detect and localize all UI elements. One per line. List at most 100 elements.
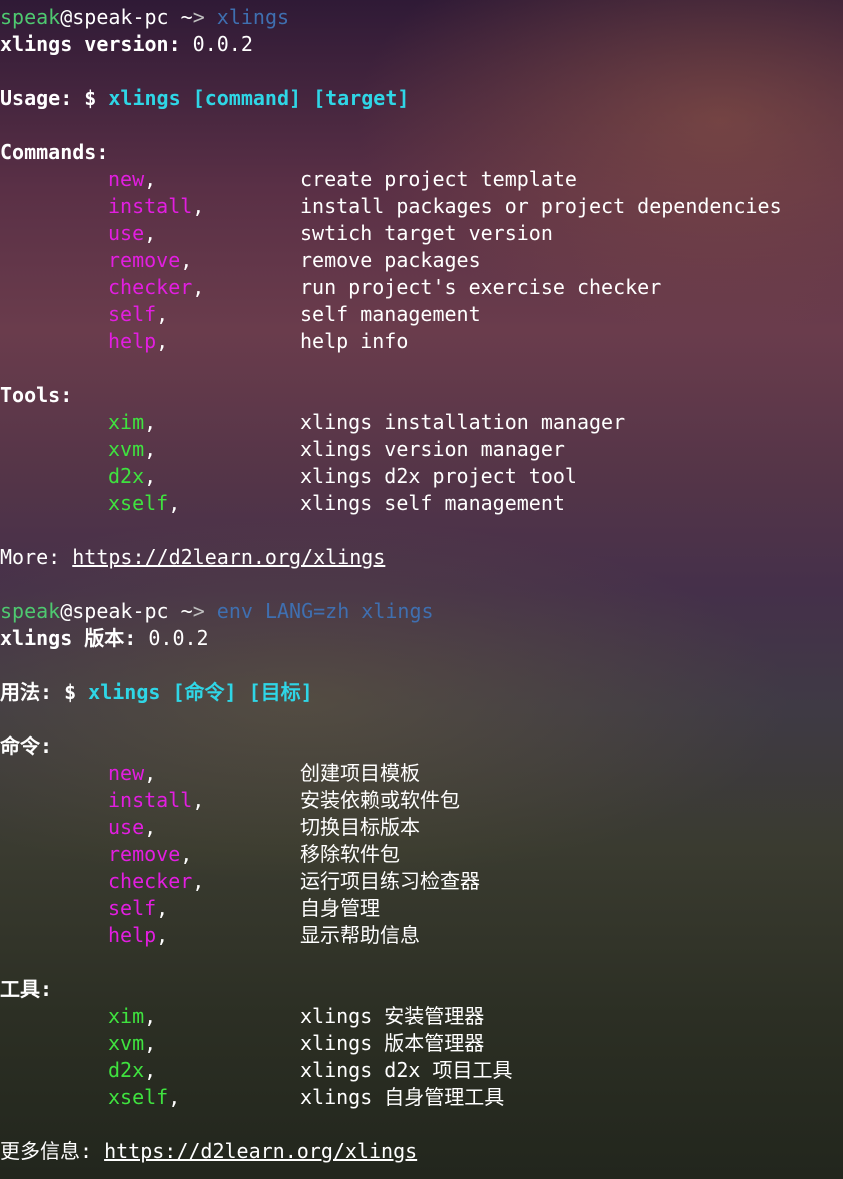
command-name: self — [108, 896, 157, 920]
tool-name: xvm — [108, 1031, 145, 1055]
tool-row-xself: xself, xlings 自身管理工具 — [108, 1085, 505, 1109]
command-name: use — [108, 815, 145, 839]
more-info-line: More: https://d2learn.org/xlings — [0, 544, 843, 571]
command-row-install: install, install packages or project depe… — [108, 194, 782, 218]
tool-name: xim — [108, 410, 145, 434]
command-description: install packages or project dependencies — [300, 194, 782, 218]
command-name: new — [108, 167, 145, 191]
command-row-new: new, 创建项目模板 — [108, 761, 420, 785]
more-label: More: — [0, 545, 73, 569]
version-line: xlings 版本: 0.0.2 — [0, 625, 843, 652]
prompt-host: @speak-pc — [60, 5, 169, 29]
commands-header: Commands: — [0, 140, 109, 164]
command-row-use: use, swtich target version — [108, 221, 553, 245]
prompt-arrow-icon: > — [192, 5, 205, 29]
command-description: 自身管理 — [300, 896, 380, 920]
version-label: xlings version: — [0, 32, 181, 56]
prompt-arrow-icon: > — [192, 599, 205, 623]
command-description: 运行项目练习检查器 — [300, 869, 480, 893]
command-name: remove — [108, 842, 181, 866]
usage-command: xlings [command] [target] — [108, 86, 410, 110]
command-row-checker: checker, run project's exercise checker — [108, 275, 662, 299]
tool-row-xself: xself, xlings self management — [108, 491, 565, 515]
command-description: help info — [300, 329, 409, 353]
command-name: checker — [108, 869, 193, 893]
commands-header: 命令: — [0, 734, 53, 758]
terminal-output[interactable]: speak@speak-pc ~> xlings xlings version:… — [0, 4, 843, 1165]
prompt-path: ~ — [168, 5, 193, 29]
tool-name: xvm — [108, 437, 145, 461]
tool-description: xlings d2x 项目工具 — [300, 1058, 513, 1082]
usage-line: 用法: $ xlings [命令] [目标] — [0, 679, 843, 706]
command-description: self management — [300, 302, 481, 326]
typed-command: env LANG=zh xlings — [216, 599, 434, 623]
command-description: 创建项目模板 — [300, 761, 420, 785]
tool-row-xvm: xvm, xlings version manager — [108, 437, 565, 461]
more-label: 更多信息: — [0, 1139, 105, 1163]
tool-description: xlings 版本管理器 — [300, 1031, 485, 1055]
tool-description: xlings 安装管理器 — [300, 1004, 485, 1028]
command-row-remove: remove, 移除软件包 — [108, 842, 400, 866]
command-description: 安装依赖或软件包 — [300, 788, 460, 812]
command-description: 切换目标版本 — [300, 815, 420, 839]
command-name: use — [108, 221, 145, 245]
tool-name: xim — [108, 1004, 145, 1028]
command-row-self: self, 自身管理 — [108, 896, 380, 920]
more-info-link[interactable]: https://d2learn.org/xlings — [104, 1139, 417, 1163]
more-info-line: 更多信息: https://d2learn.org/xlings — [0, 1138, 843, 1165]
command-name: checker — [108, 275, 193, 299]
command-row-install: install, 安装依赖或软件包 — [108, 788, 460, 812]
tool-name: d2x — [108, 464, 145, 488]
usage-command: xlings [命令] [目标] — [88, 680, 313, 704]
command-name: install — [108, 194, 193, 218]
command-description: 显示帮助信息 — [300, 923, 420, 947]
command-row-use: use, 切换目标版本 — [108, 815, 420, 839]
version-line: xlings version: 0.0.2 — [0, 31, 843, 58]
tool-name: xself — [108, 1085, 169, 1109]
more-info-link[interactable]: https://d2learn.org/xlings — [72, 545, 385, 569]
command-row-self: self, self management — [108, 302, 481, 326]
prompt-host: @speak-pc — [60, 599, 169, 623]
tool-description: xlings version manager — [300, 437, 565, 461]
usage-label: Usage: $ — [0, 86, 109, 110]
shell-prompt-line: speak@speak-pc ~> xlings — [0, 4, 843, 31]
tool-description: xlings 自身管理工具 — [300, 1085, 505, 1109]
tool-row-d2x: d2x, xlings d2x 项目工具 — [108, 1058, 513, 1082]
command-name: new — [108, 761, 145, 785]
version-value: 0.0.2 — [180, 32, 253, 56]
tools-header: Tools: — [0, 383, 73, 407]
usage-label: 用法: $ — [0, 680, 89, 704]
command-row-help: help, help info — [108, 329, 409, 353]
shell-prompt-line: speak@speak-pc ~> env LANG=zh xlings — [0, 598, 843, 625]
command-name: remove — [108, 248, 181, 272]
command-description: 移除软件包 — [300, 842, 400, 866]
command-description: run project's exercise checker — [300, 275, 662, 299]
usage-line: Usage: $ xlings [command] [target] — [0, 85, 843, 112]
tools-header: 工具: — [0, 977, 53, 1001]
tool-description: xlings self management — [300, 491, 565, 515]
tool-description: xlings installation manager — [300, 410, 626, 434]
tool-row-xim: xim, xlings 安装管理器 — [108, 1004, 485, 1028]
prompt-user: speak — [0, 5, 61, 29]
command-description: remove packages — [300, 248, 481, 272]
tool-name: d2x — [108, 1058, 145, 1082]
tool-row-d2x: d2x, xlings d2x project tool — [108, 464, 577, 488]
command-name: help — [108, 923, 157, 947]
typed-command: xlings — [216, 5, 290, 29]
command-name: help — [108, 329, 157, 353]
command-row-new: new, create project template — [108, 167, 577, 191]
tool-row-xim: xim, xlings installation manager — [108, 410, 626, 434]
command-description: create project template — [300, 167, 577, 191]
tool-row-xvm: xvm, xlings 版本管理器 — [108, 1031, 485, 1055]
version-label: xlings 版本: — [0, 626, 137, 650]
tool-description: xlings d2x project tool — [300, 464, 577, 488]
